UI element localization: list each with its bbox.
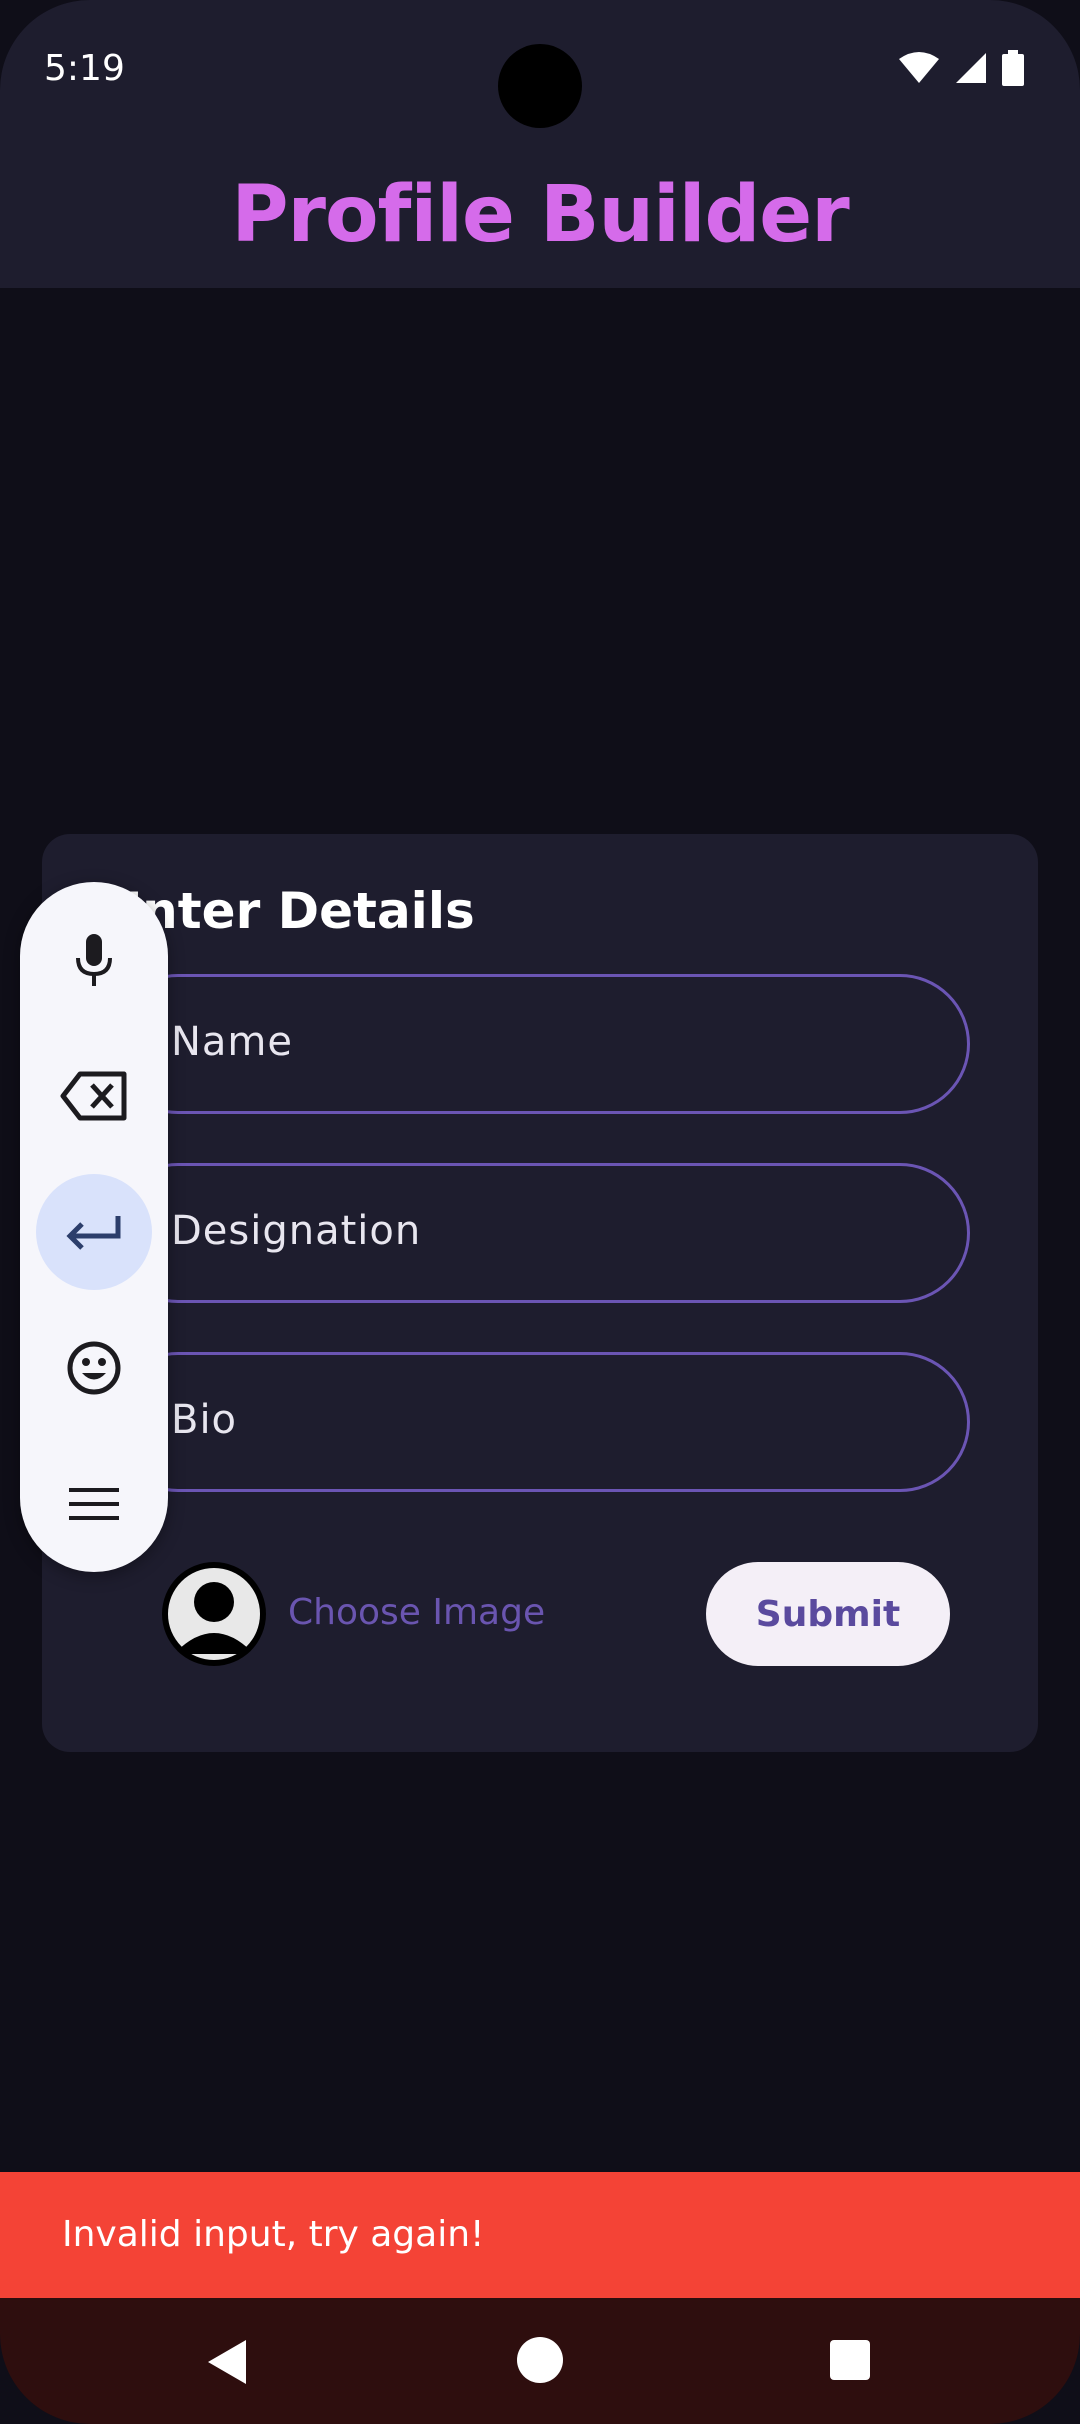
keyboard-floating-toolbar (20, 882, 168, 1572)
bio-field[interactable]: Bio (108, 1352, 970, 1492)
page-title: Profile Builder (231, 170, 849, 260)
app-bar: Profile Builder (0, 140, 1080, 288)
snackbar-message: Invalid input, try again! (62, 2214, 485, 2255)
bio-field-label: Bio (171, 1397, 238, 1443)
wifi-icon (899, 52, 939, 83)
form-title: Enter Details (108, 882, 475, 940)
phone-screen: 5:19 Profile Builder Enter Details Name … (0, 0, 1080, 2424)
backspace-icon (60, 1071, 127, 1121)
status-time: 5:19 (44, 48, 125, 89)
home-icon[interactable] (516, 2336, 564, 2384)
status-bar: 5:19 (0, 0, 1080, 140)
menu-icon (69, 1488, 119, 1520)
emoji-icon (67, 1341, 121, 1395)
emoji-button[interactable] (36, 1310, 152, 1426)
menu-button[interactable] (36, 1446, 152, 1562)
designation-field[interactable]: Designation (108, 1163, 970, 1303)
avatar[interactable] (162, 1562, 266, 1666)
signal-icon (956, 53, 986, 83)
enter-icon (66, 1216, 121, 1250)
mic-icon (76, 934, 112, 986)
back-icon[interactable] (206, 2338, 248, 2386)
enter-button[interactable] (36, 1174, 152, 1290)
status-icons (898, 50, 1024, 86)
person-icon (168, 1568, 260, 1660)
voice-input-button[interactable] (36, 902, 152, 1018)
battery-icon (1002, 50, 1024, 86)
choose-image-button[interactable]: Choose Image (288, 1592, 545, 1633)
navigation-bar (0, 2298, 1080, 2424)
submit-button[interactable]: Submit (706, 1562, 950, 1666)
backspace-button[interactable] (36, 1038, 152, 1154)
name-field[interactable]: Name (108, 974, 970, 1114)
error-snackbar: Invalid input, try again! (0, 2172, 1080, 2298)
name-field-label: Name (171, 1019, 294, 1065)
recents-icon[interactable] (830, 2340, 870, 2380)
front-camera (498, 44, 582, 128)
designation-field-label: Designation (171, 1208, 422, 1254)
